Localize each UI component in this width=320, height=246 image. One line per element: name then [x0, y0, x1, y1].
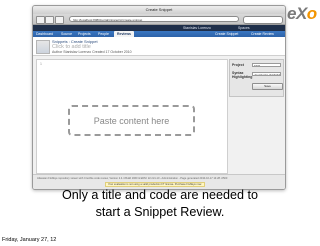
caption-line-2: start a Snippet Review.: [95, 205, 225, 219]
snippet-meta: Author Stanislav Lorenzo Created 17 Octo…: [52, 50, 132, 54]
url-bar[interactable]: http://localhost:8080/portal/intranet/cr…: [69, 16, 239, 22]
slide-date: Friday, January 27, 12: [2, 237, 57, 243]
browser-titlebar: Create Snippet: [33, 6, 285, 21]
browser-title: Create Snippet: [145, 7, 173, 12]
exo-logo: eXo: [287, 4, 317, 23]
footer-version: Atlassian FishEye repository viewer with…: [37, 177, 228, 180]
snippet-options-panel: Project SNP Syntax Highlighting JavaScri…: [229, 59, 284, 97]
snippet-icon: [36, 40, 50, 54]
footer-license-notice: Your evaluation is not using a valid pro…: [105, 182, 205, 187]
project-label: Project: [232, 63, 244, 67]
save-button[interactable]: Save: [252, 83, 283, 90]
browser-window: Create Snippet http://localhost:8080/por…: [32, 5, 286, 190]
forward-arrow-icon[interactable]: [45, 16, 54, 24]
syntax-label: Syntax Highlighting: [232, 71, 253, 79]
author-name[interactable]: Stanislav Lorenzo: [63, 50, 91, 54]
back-arrow-icon[interactable]: [36, 16, 45, 24]
paste-content-placeholder[interactable]: Paste content here: [68, 105, 195, 136]
placeholder-text: Paste content here: [93, 115, 170, 126]
created-label: Created: [92, 50, 105, 54]
snippet-header: Snippets : Create Snippet Click to add t…: [33, 37, 285, 56]
main-content: 1 Paste content here Project SNP Syntax …: [33, 56, 285, 189]
exo-logo-o: o: [306, 4, 317, 23]
code-editor[interactable]: 1 Paste content here: [36, 59, 228, 174]
created-date: 17 October 2010: [105, 50, 132, 54]
syntax-select[interactable]: JavaScript (ECMAScript): [252, 72, 281, 76]
reload-icon[interactable]: [55, 16, 64, 24]
caption-line-1: Only a title and code are needed to: [61, 188, 259, 202]
line-number: 1: [40, 62, 42, 66]
project-select[interactable]: SNP: [252, 63, 281, 67]
browser-toolbar: http://localhost:8080/portal/intranet/cr…: [33, 14, 285, 25]
browser-search-field[interactable]: [243, 16, 283, 24]
author-label: Author: [52, 50, 63, 54]
